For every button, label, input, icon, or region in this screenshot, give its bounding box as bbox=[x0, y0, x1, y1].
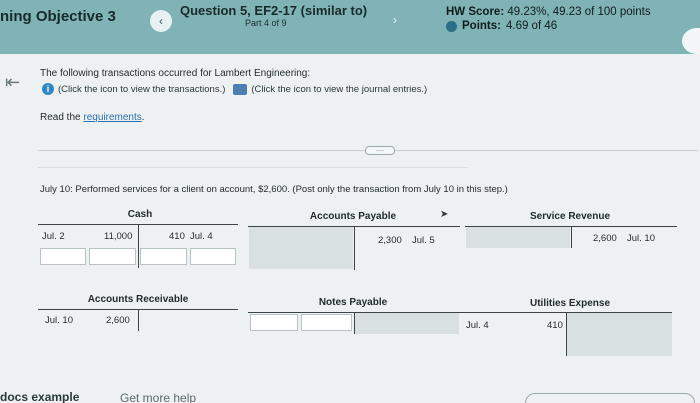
points-label: Points: bbox=[462, 20, 501, 32]
notes-payable-debit-date-input[interactable] bbox=[250, 314, 298, 331]
points-score: Points: 4.69 of 46 bbox=[446, 20, 557, 32]
objective-title: ning Objective 3 bbox=[0, 8, 116, 25]
service-revenue-debit-area[interactable] bbox=[466, 227, 570, 248]
top-bar: ning Objective 3 ‹ Question 5, EF2-17 (s… bbox=[0, 0, 700, 54]
expand-dots-button[interactable]: .... bbox=[365, 146, 395, 155]
step-instruction: July 10: Performed services for a client… bbox=[40, 184, 508, 195]
accounts-receivable-left-amount: 2,600 bbox=[106, 315, 130, 326]
chevron-right-icon: › bbox=[393, 13, 397, 27]
utilities-expense-left-amount: 410 bbox=[547, 320, 563, 331]
accounts-payable-right-amount: 2,300 bbox=[378, 235, 402, 246]
faint-divider bbox=[38, 167, 468, 168]
utilities-expense-credit-area[interactable] bbox=[567, 313, 672, 356]
check-answer-button[interactable] bbox=[525, 393, 695, 403]
read-prefix: Read the bbox=[40, 112, 84, 123]
cash-t-divider bbox=[138, 224, 139, 268]
cash-debit-amount-input[interactable] bbox=[89, 248, 136, 265]
get-help-button[interactable]: Get more help bbox=[120, 391, 196, 403]
intro-text: The following transactions occurred for … bbox=[40, 68, 311, 79]
accounts-receivable-left-date: Jul. 10 bbox=[45, 315, 73, 326]
cash-debit-date-input[interactable] bbox=[40, 248, 86, 265]
read-suffix: . bbox=[141, 112, 145, 123]
accounts-receivable-title: Accounts Receivable bbox=[87, 294, 189, 305]
progress-icon bbox=[446, 20, 457, 32]
hw-score-label: HW Score: bbox=[446, 6, 505, 18]
service-revenue-t-divider bbox=[571, 226, 572, 248]
cash-left-date: Jul. 2 bbox=[42, 231, 65, 242]
cursor-icon: ➤ bbox=[440, 209, 449, 220]
cash-right-date: Jul. 4 bbox=[190, 231, 213, 242]
accounts-payable-t-divider bbox=[354, 226, 355, 270]
question-part: Part 4 of 9 bbox=[245, 18, 287, 28]
journal-icon[interactable] bbox=[233, 83, 248, 95]
cash-credit-date-input[interactable] bbox=[190, 248, 236, 265]
settings-button[interactable] bbox=[682, 28, 700, 54]
cash-left-amount: 11,000 bbox=[104, 231, 133, 242]
notes-payable-title: Notes Payable bbox=[318, 297, 388, 308]
accounts-receivable-t-divider bbox=[138, 309, 139, 331]
service-revenue-right-amount: 2,600 bbox=[593, 233, 617, 244]
accounts-payable-title: Accounts Payable bbox=[309, 211, 397, 222]
help-links: i (Click the icon to view the transactio… bbox=[42, 83, 427, 95]
cash-right-amount: 410 bbox=[169, 231, 185, 242]
example-link[interactable]: docs example bbox=[0, 390, 79, 403]
transactions-link[interactable]: (Click the icon to view the transactions… bbox=[58, 84, 225, 95]
accounts-payable-right-date: Jul. 5 bbox=[412, 235, 435, 246]
chevron-left-icon: ‹ bbox=[159, 14, 163, 28]
service-revenue-right-date: Jul. 10 bbox=[627, 233, 655, 244]
hw-score-value: 49.23%, 49.23 of 100 points bbox=[507, 6, 651, 18]
utilities-expense-title: Utilities Expense bbox=[529, 298, 611, 309]
accounts-payable-debit-area[interactable] bbox=[249, 227, 353, 269]
previous-question-button[interactable]: ‹ bbox=[150, 10, 172, 32]
service-revenue-title: Service Revenue bbox=[529, 211, 611, 222]
journal-link[interactable]: (Click the icon to view the journal entr… bbox=[251, 84, 427, 95]
points-value: 4.69 of 46 bbox=[505, 20, 558, 32]
requirements-link[interactable]: requirements bbox=[83, 112, 141, 123]
notes-payable-credit-area[interactable] bbox=[355, 313, 459, 334]
question-title: Question 5, EF2-17 (similar to) bbox=[180, 3, 368, 18]
hw-score: HW Score: 49.23%, 49.23 of 100 points bbox=[446, 6, 651, 18]
notes-payable-debit-amount-input[interactable] bbox=[301, 314, 352, 331]
cash-credit-amount-input[interactable] bbox=[140, 248, 187, 265]
collapse-arrow-icon[interactable]: ⇤ bbox=[5, 72, 20, 93]
cash-title: Cash bbox=[127, 209, 153, 220]
info-icon[interactable]: i bbox=[42, 83, 54, 95]
next-question-button[interactable]: › bbox=[388, 10, 402, 30]
read-requirements: Read the requirements. bbox=[40, 112, 145, 123]
utilities-expense-left-date: Jul. 4 bbox=[466, 320, 489, 331]
